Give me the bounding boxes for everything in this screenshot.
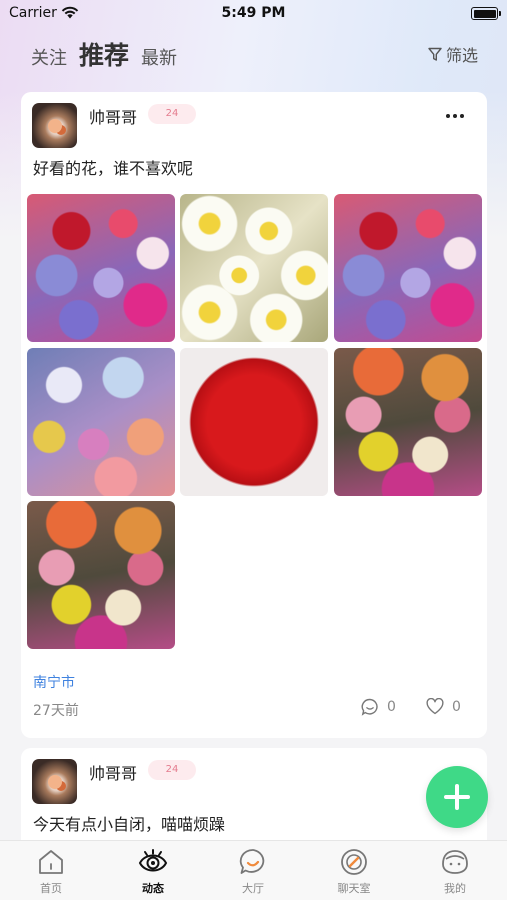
filter-button[interactable]: 筛选 xyxy=(428,42,478,66)
tab-latest[interactable]: 最新 xyxy=(141,44,177,70)
face-icon xyxy=(442,850,468,874)
nav-label: 聊天室 xyxy=(337,882,371,895)
nav-label: 首页 xyxy=(40,882,62,895)
post-photo[interactable] xyxy=(334,348,482,496)
username[interactable]: 帅哥哥 xyxy=(89,760,137,784)
avatar[interactable] xyxy=(32,103,77,148)
post-photo[interactable] xyxy=(180,348,328,496)
nav-label: 我的 xyxy=(444,882,466,895)
comment-icon xyxy=(361,698,378,716)
status-bar: Carrier 5:49 PM xyxy=(0,0,507,30)
eye-icon xyxy=(138,849,168,872)
post-time: 27天前 xyxy=(33,703,79,719)
age-badge: 24 xyxy=(148,760,196,780)
post-photo[interactable] xyxy=(180,194,328,342)
post-photo[interactable] xyxy=(334,194,482,342)
post-text: 好看的花，谁不喜欢呢 xyxy=(33,159,194,178)
like-count: 0 xyxy=(452,698,461,715)
like-button[interactable]: 0 xyxy=(426,698,461,715)
post-photo[interactable] xyxy=(27,348,175,496)
post-photo[interactable] xyxy=(27,194,175,342)
nav-item-chatroom[interactable]: 聊天室 xyxy=(314,847,394,896)
home-icon xyxy=(39,850,63,874)
username[interactable]: 帅哥哥 xyxy=(89,104,137,128)
nav-label: 动态 xyxy=(142,882,164,895)
comment-count: 0 xyxy=(387,699,396,715)
age-badge: 24 xyxy=(148,104,196,124)
nav-item-me[interactable]: 我的 xyxy=(415,847,495,896)
tab-recommended[interactable]: 推荐 xyxy=(79,36,129,72)
nav-label: 大厅 xyxy=(242,882,264,895)
comment-button[interactable]: 0 xyxy=(361,698,396,716)
nav-item-home[interactable]: 首页 xyxy=(11,847,91,896)
more-options-button[interactable] xyxy=(446,114,464,118)
post-photo[interactable] xyxy=(27,501,175,649)
nav-item-lobby[interactable]: 大厅 xyxy=(213,847,293,896)
feed-tabs: 关注 推荐 最新 xyxy=(31,36,177,72)
post-text: 今天有点小自闭，喵喵烦躁 xyxy=(33,815,226,834)
clock: 5:49 PM xyxy=(221,5,286,21)
create-post-button[interactable] xyxy=(426,766,488,828)
battery-icon xyxy=(471,7,501,20)
bottom-nav: 首页 动态 大厅 聊天室 我的 xyxy=(0,840,507,900)
compass-icon xyxy=(341,849,367,875)
nav-item-moments[interactable]: 动态 xyxy=(113,847,193,896)
avatar[interactable] xyxy=(32,759,77,804)
filter-icon xyxy=(428,47,442,61)
heart-icon xyxy=(426,698,444,715)
filter-label: 筛选 xyxy=(446,46,479,65)
tab-following[interactable]: 关注 xyxy=(31,44,67,70)
chat-bubble-icon xyxy=(239,849,265,874)
post-card[interactable]: 帅哥哥 24 好看的花，谁不喜欢呢 南宁市 27天前 0 0 xyxy=(21,92,487,738)
location-tag[interactable]: 南宁市 xyxy=(33,672,75,692)
